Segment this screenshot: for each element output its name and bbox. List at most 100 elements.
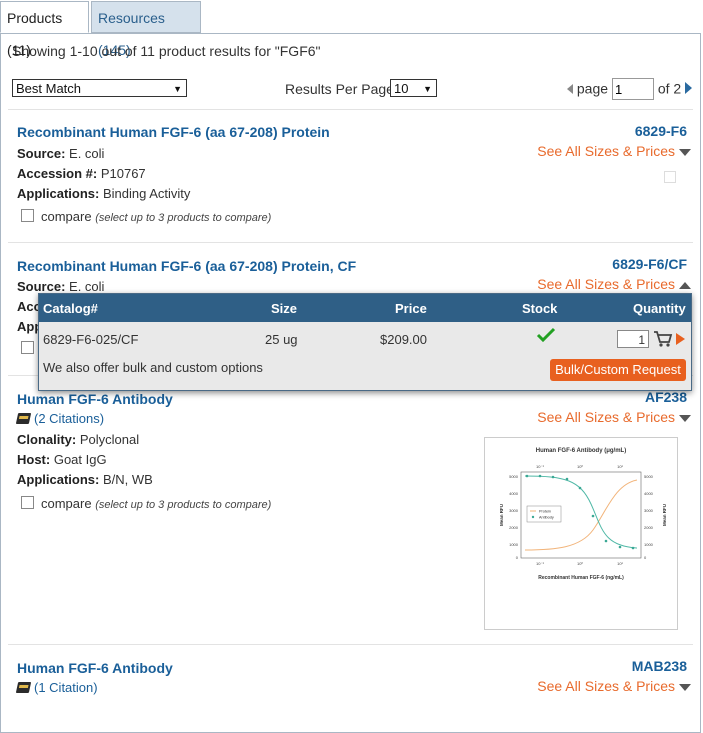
applications-label: Applications: (17, 472, 100, 487)
product-title[interactable]: Human FGF-6 Antibody (17, 391, 173, 407)
catalog-number[interactable]: 6829-F6/CF (612, 256, 687, 272)
see-all-sizes-label: See All Sizes & Prices (537, 409, 675, 425)
see-all-sizes-link[interactable]: See All Sizes & Prices (537, 678, 691, 694)
left-tick: 2000 (509, 525, 519, 530)
left-tick: 1000 (509, 542, 519, 547)
checkbox-icon[interactable] (21, 209, 34, 222)
top-tick: 10⁰ (577, 464, 583, 469)
antibody-point (538, 474, 542, 478)
see-all-sizes-link[interactable]: See All Sizes & Prices (537, 409, 691, 425)
see-all-sizes-label: See All Sizes & Prices (537, 276, 675, 292)
chevron-down-icon: ▼ (173, 84, 182, 94)
y-axis-label-right: Mean RFU (662, 504, 667, 526)
antibody-point (551, 475, 555, 479)
divider (8, 644, 693, 645)
clonality-value: Polyclonal (79, 432, 140, 447)
right-tick: 5000 (644, 474, 654, 479)
product-title[interactable]: Recombinant Human FGF-6 (aa 67-208) Prot… (17, 258, 356, 274)
row-size: 25 ug (265, 332, 298, 347)
see-all-sizes-link[interactable]: See All Sizes & Prices (537, 143, 691, 159)
citations-label: (1 Citation) (34, 680, 98, 695)
header-stock: Stock (522, 301, 558, 316)
clonality-label: Clonality: (17, 432, 77, 447)
applications-value: B/N, WB (102, 472, 153, 487)
left-tick: 5000 (509, 474, 519, 479)
antibody-point (578, 486, 582, 490)
results-summary: Showing 1-10 out of 11 product results f… (12, 43, 321, 59)
prev-page-icon[interactable] (567, 83, 573, 94)
dose-response-chart: Human FGF-6 Antibody (μg/mL) 5000 4000 3… (499, 448, 667, 581)
compare-checkbox[interactable]: compare (select up to 3 products to comp… (21, 496, 271, 511)
legend-protein: Protein (539, 510, 551, 514)
antibody-point (591, 514, 595, 518)
see-all-sizes-label: See All Sizes & Prices (537, 678, 675, 694)
checkbox-icon[interactable] (21, 496, 34, 509)
right-tick: 4000 (644, 491, 654, 496)
left-tick: 0 (516, 555, 519, 560)
catalog-number[interactable]: MAB238 (632, 658, 687, 674)
page-input[interactable] (611, 78, 654, 100)
left-tick: 3000 (509, 508, 519, 513)
bottom-tick: 10¹ (617, 561, 623, 566)
x-axis-label: Recombinant Human FGF-6 (ng/mL) (538, 575, 624, 581)
host-value: Goat IgG (53, 452, 107, 467)
left-tick: 4000 (509, 491, 519, 496)
source-value: E. coli (69, 146, 105, 161)
results-per-page-select[interactable]: 10 ▼ (390, 79, 437, 97)
checkbox-icon[interactable] (21, 341, 34, 354)
citations-link[interactable]: (2 Citations) (15, 411, 104, 426)
accession-label: Accession #: (17, 166, 98, 181)
page-label: page (576, 80, 609, 97)
pagination: page of 2 (567, 78, 693, 100)
legend-antibody: Antibody (539, 516, 554, 520)
catalog-number[interactable]: 6829-F6 (635, 123, 687, 139)
chart-title: Human FGF-6 Antibody (μg/mL) (536, 448, 626, 454)
product-source: Source: E. coli (17, 146, 104, 161)
product-applications: Applications: B/N, WB (17, 472, 153, 487)
next-page-icon[interactable] (685, 81, 693, 94)
add-to-cart-arrow-icon[interactable] (676, 333, 685, 345)
antibody-point (604, 539, 608, 543)
bottom-tick: 10⁰ (577, 561, 583, 566)
applications-value: Binding Activity (102, 186, 191, 201)
applications-label: Applications: (17, 186, 100, 201)
source-value: E. coli (69, 279, 105, 294)
sort-select[interactable]: Best Match ▼ (12, 79, 187, 97)
right-tick: 1000 (644, 542, 654, 547)
see-all-sizes-link[interactable]: See All Sizes & Prices (537, 276, 691, 292)
compare-label: compare (41, 496, 92, 511)
compare-checkbox[interactable]: compare (select up to 3 products to comp… (21, 209, 271, 224)
host-label: Host: (17, 452, 51, 467)
caret-up-icon (679, 281, 691, 289)
accession-value: P10767 (100, 166, 146, 181)
y-axis-label-left: Mean RFU (499, 504, 504, 526)
results-per-page-value: 10 (394, 81, 409, 96)
bulk-custom-request-button[interactable]: Bulk/Custom Request (550, 359, 686, 381)
right-tick: 2000 (644, 525, 654, 530)
quantity-input[interactable]: 1 (617, 330, 649, 348)
cart-icon[interactable] (653, 330, 673, 348)
sizes-prices-popup: Catalog# Size Price Stock Quantity 6829-… (38, 293, 692, 391)
compare-hint: (select up to 3 products to compare) (95, 499, 272, 511)
citations-link[interactable]: (1 Citation) (15, 680, 98, 695)
catalog-number[interactable]: AF238 (645, 389, 687, 405)
product-title[interactable]: Recombinant Human FGF-6 (aa 67-208) Prot… (17, 124, 330, 140)
see-all-sizes-label: See All Sizes & Prices (537, 143, 675, 159)
top-tick: 10¹ (617, 464, 623, 469)
tab-resources[interactable]: Resources (145) (91, 1, 201, 58)
antibody-point (525, 474, 529, 478)
tab-products[interactable]: Products (11) (0, 1, 89, 58)
header-quantity: Quantity (633, 301, 686, 316)
right-tick: 0 (644, 555, 647, 560)
product-chart-thumbnail[interactable]: Human FGF-6 Antibody (μg/mL) 5000 4000 3… (484, 437, 678, 630)
product-title[interactable]: Human FGF-6 Antibody (17, 660, 173, 676)
book-icon (15, 682, 32, 693)
compare-label: compare (41, 209, 92, 224)
antibody-point (565, 477, 569, 481)
caret-down-icon (679, 148, 691, 156)
row-catalog: 6829-F6-025/CF (43, 332, 139, 347)
select-checkbox[interactable] (664, 171, 676, 183)
row-price: $209.00 (380, 332, 427, 347)
product-applications: Applications: Binding Activity (17, 186, 190, 201)
chevron-down-icon: ▼ (423, 84, 432, 94)
